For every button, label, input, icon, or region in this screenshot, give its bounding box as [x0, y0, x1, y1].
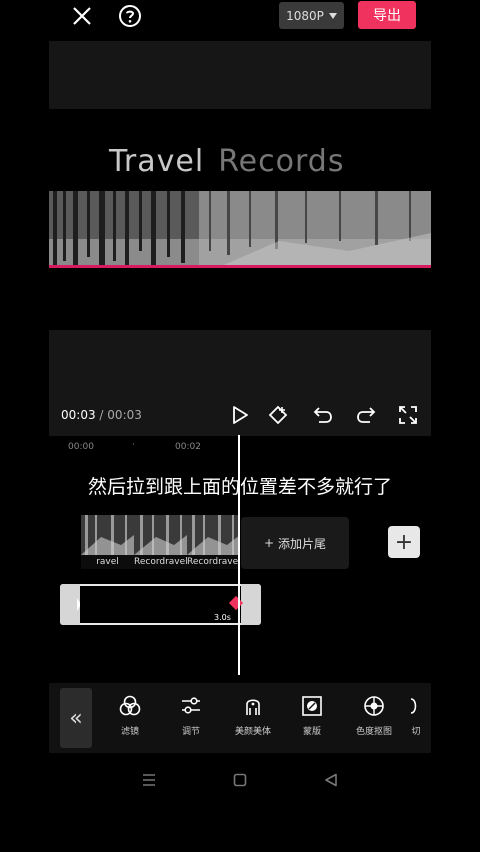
caret-down-icon — [328, 12, 337, 19]
time-separator: / — [99, 408, 104, 422]
tool-beauty[interactable]: 美颜美体 — [225, 693, 281, 745]
nav-home-button[interactable] — [228, 768, 252, 792]
resolution-dropdown[interactable]: 1080P — [279, 2, 344, 29]
clip-thumbnail: ravel — [81, 515, 134, 569]
redo-icon — [357, 407, 376, 423]
play-button[interactable] — [226, 401, 254, 429]
beauty-icon — [246, 699, 260, 715]
adjust-icon — [182, 697, 200, 714]
thumbnail-label: Recordravel — [134, 555, 187, 569]
cut-icon — [410, 698, 417, 714]
play-icon — [233, 406, 248, 424]
tool-label: 色度抠图 — [355, 727, 392, 737]
clip-thumbnail: Recordravel — [187, 515, 239, 569]
time-display: 00:03 / 00:03 — [61, 408, 142, 422]
clip-thumbnail: Recordravel — [134, 515, 187, 569]
chroma-key-icon — [364, 696, 384, 716]
add-clip-button[interactable]: + — [388, 526, 420, 558]
nav-back-button[interactable] — [319, 768, 343, 792]
preview-letterbox — [49, 268, 431, 330]
filter-icon — [119, 695, 141, 716]
tool-label: 切 — [411, 727, 421, 737]
thumbnail-label: ravel — [81, 555, 134, 569]
tool-adjust[interactable]: 调节 — [163, 693, 219, 745]
redo-button[interactable] — [352, 401, 380, 429]
current-time: 00:03 — [61, 408, 96, 422]
mask-icon — [302, 696, 322, 716]
edit-toolbar: « 滤镜 调节 美颜美体 蒙版 色度抠图 切 — [49, 683, 431, 753]
tool-filter[interactable]: 滤镜 — [102, 693, 158, 745]
video-preview[interactable]: Travel Records 00:03 / 00:03 — [49, 41, 431, 436]
resolution-label: 1080P — [286, 8, 324, 23]
ruler-tick-label: 00:00 — [68, 442, 94, 452]
tool-chroma-key[interactable]: 色度抠图 — [346, 693, 402, 745]
add-ending-label: 添加片尾 — [278, 536, 327, 551]
keyframe-add-icon — [268, 405, 288, 425]
video-clip-track[interactable]: ravel Recordravel Recordravel — [81, 515, 239, 569]
thumbnail-image — [187, 515, 239, 555]
fullscreen-icon — [399, 406, 417, 424]
back-triangle-icon — [325, 773, 337, 787]
tool-mask[interactable]: 蒙版 — [284, 693, 340, 745]
video-title-overlay: Travel Records — [109, 144, 344, 179]
keyframe-button[interactable] — [264, 401, 292, 429]
plus-icon: + — [394, 529, 414, 555]
ruler-tick-dot: · — [132, 440, 135, 450]
close-button[interactable] — [68, 2, 96, 30]
playhead[interactable] — [238, 435, 240, 675]
plus-icon: + — [263, 536, 275, 550]
fullscreen-button[interactable] — [394, 401, 422, 429]
undo-icon — [313, 407, 332, 423]
subtitle-caption: 然后拉到跟上面的位置差不多就行了 — [0, 472, 480, 499]
thumbnail-label: Recordravel — [187, 555, 239, 569]
clip-duration: 3.0s — [214, 613, 231, 622]
title-word-travel: Travel — [109, 144, 205, 179]
collapse-toolbar-button[interactable]: « — [60, 688, 92, 748]
help-icon — [119, 5, 141, 27]
chevron-right-icon — [77, 598, 81, 611]
tool-label: 美颜美体 — [234, 727, 271, 737]
tool-label: 蒙版 — [302, 727, 321, 737]
title-word-records: Records — [218, 144, 345, 179]
nav-recents-button[interactable] — [137, 768, 161, 792]
tool-cut[interactable]: 切 — [401, 693, 431, 745]
thumbnail-image — [81, 515, 134, 555]
close-icon — [73, 7, 91, 25]
ruler-tick-label: 00:02 — [175, 442, 201, 452]
thumbnail-image — [134, 515, 187, 555]
double-chevron-left-icon: « — [69, 705, 83, 731]
menu-lines-icon — [143, 774, 155, 786]
export-button[interactable]: 导出 — [358, 1, 416, 29]
undo-button[interactable] — [309, 401, 337, 429]
tool-label: 滤镜 — [120, 727, 139, 737]
home-square-icon — [233, 773, 247, 787]
help-button[interactable] — [116, 2, 144, 30]
add-ending-button[interactable]: + 添加片尾 — [241, 517, 349, 569]
total-time: 00:03 — [107, 408, 142, 422]
trim-handle-right[interactable] — [241, 584, 261, 625]
trim-handle-left[interactable] — [60, 584, 81, 625]
tool-label: 调节 — [181, 727, 200, 737]
forest-image — [49, 191, 431, 267]
